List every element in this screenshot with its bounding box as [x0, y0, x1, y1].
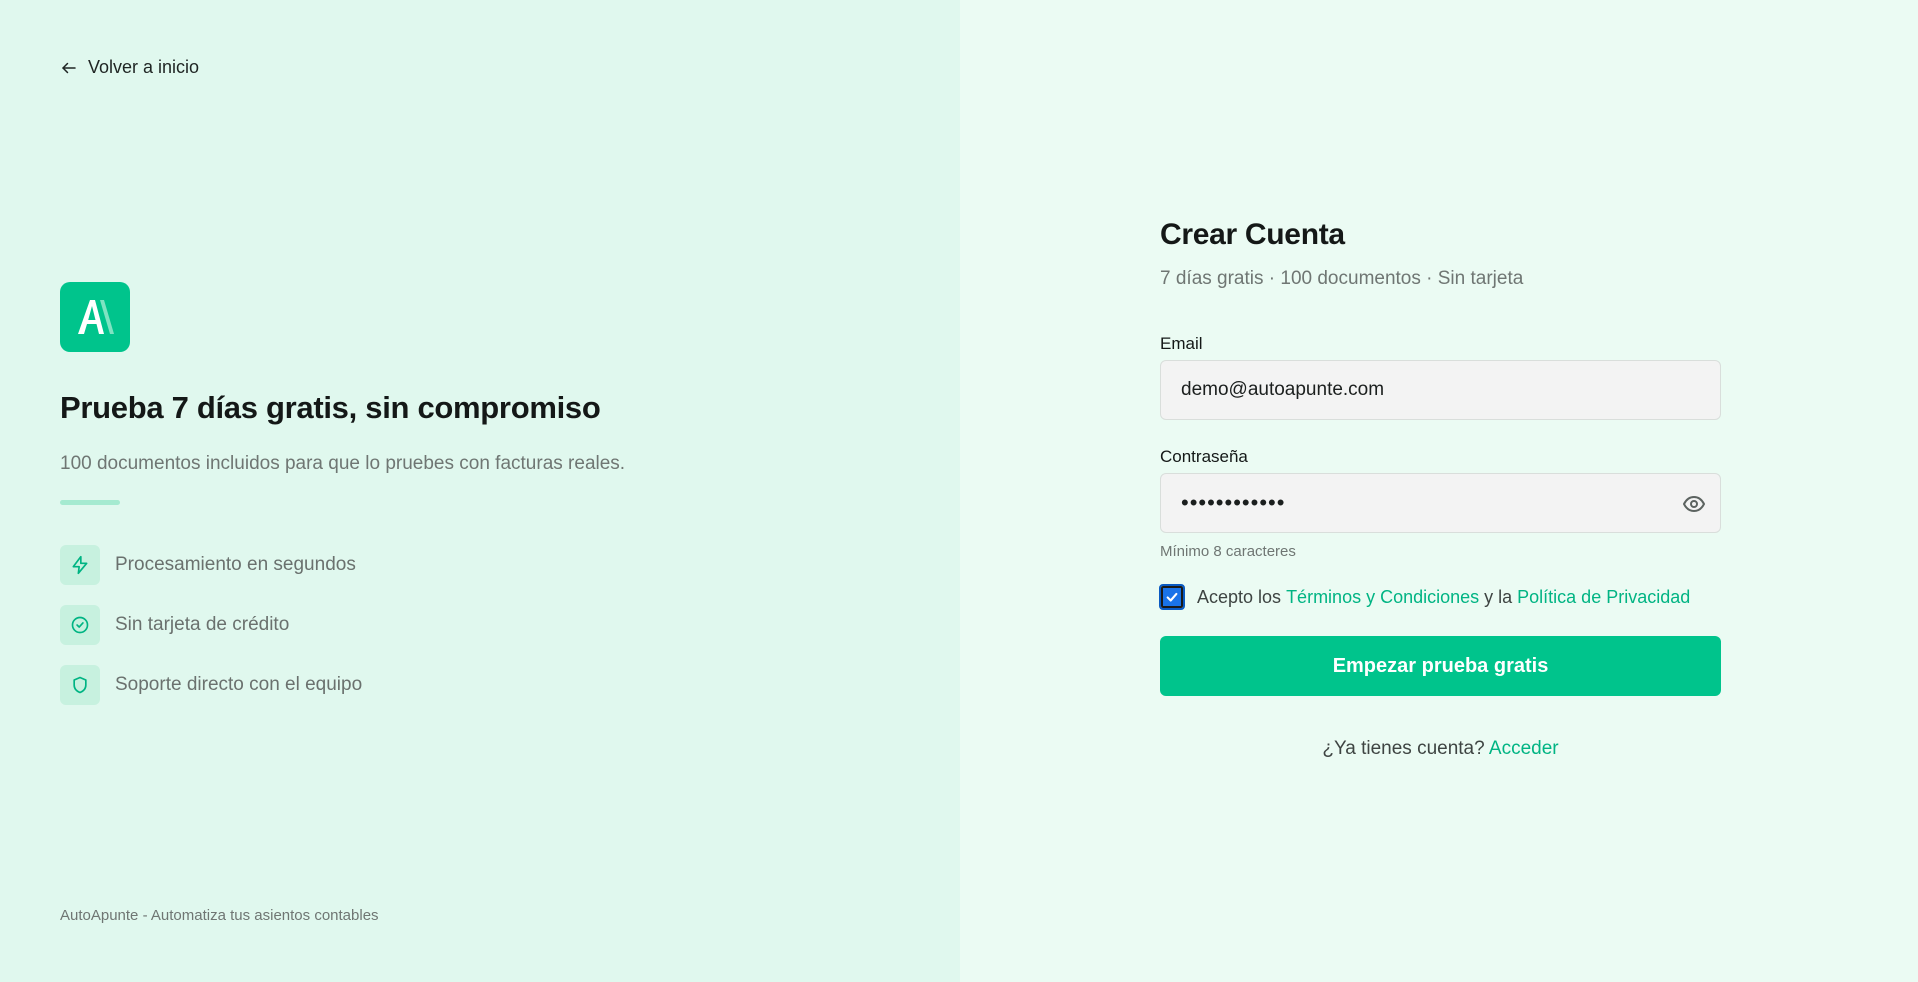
footer-tagline: AutoApunte - Automatiza tus asientos con… — [60, 907, 379, 924]
logo-mark-icon — [78, 300, 114, 334]
login-prompt: ¿Ya tienes cuenta? — [1322, 738, 1485, 759]
checkmark-icon — [1166, 592, 1178, 602]
eye-icon[interactable] — [1682, 492, 1706, 516]
form-subtitle: 7 días gratis · 100 documentos · Sin tar… — [1160, 268, 1524, 289]
terms-prefix: Acepto los — [1197, 586, 1287, 607]
signup-panel: Crear Cuenta 7 días gratis · 100 documen… — [960, 0, 1918, 982]
feature-list: Procesamiento en segundos Sin tarjeta de… — [60, 545, 362, 725]
shield-icon — [60, 665, 100, 705]
signup-form: Crear Cuenta 7 días gratis · 100 documen… — [1159, 218, 1721, 760]
login-row: ¿Ya tienes cuenta? Acceder — [1160, 738, 1721, 760]
feature-label: Soporte directo con el equipo — [115, 674, 363, 695]
promo-title: Prueba 7 días gratis, sin compromiso — [60, 390, 601, 425]
accent-divider — [60, 500, 120, 505]
check-circle-icon — [60, 605, 100, 645]
form-title: Crear Cuenta — [1160, 218, 1345, 251]
feature-label: Procesamiento en segundos — [115, 554, 356, 575]
terms-middle: y la — [1479, 586, 1518, 607]
promo-subtitle: 100 documentos incluidos para que lo pru… — [60, 453, 626, 474]
terms-link[interactable]: Términos y Condiciones — [1286, 587, 1479, 608]
arrow-left-icon — [62, 62, 76, 73]
password-label: Contraseña — [1160, 447, 1248, 466]
feature-item: Procesamiento en segundos — [60, 545, 362, 585]
terms-row: Acepto los Términos y Condiciones y la P… — [1159, 584, 1721, 610]
signup-page: Volver a inicio Prueba 7 días gratis, si… — [0, 0, 1918, 982]
login-link[interactable]: Acceder — [1489, 738, 1559, 759]
autoapunte-logo — [60, 282, 130, 352]
privacy-link[interactable]: Política de Privacidad — [1517, 587, 1690, 608]
promo-panel: Volver a inicio Prueba 7 días gratis, si… — [0, 0, 960, 982]
password-hint: Mínimo 8 caracteres — [1160, 543, 1296, 560]
email-field-box — [1160, 360, 1721, 420]
email-label: Email — [1160, 334, 1203, 353]
back-to-home-link[interactable]: Volver a inicio — [60, 57, 199, 78]
back-link-label: Volver a inicio — [88, 57, 200, 77]
password-field[interactable] — [1161, 474, 1720, 532]
terms-checkbox[interactable] — [1159, 584, 1185, 610]
lightning-icon — [60, 545, 100, 585]
start-trial-button[interactable]: Empezar prueba gratis — [1160, 636, 1721, 696]
feature-item: Soporte directo con el equipo — [60, 665, 362, 705]
email-field[interactable] — [1161, 361, 1720, 419]
feature-item: Sin tarjeta de crédito — [60, 605, 362, 645]
password-field-box — [1160, 473, 1721, 533]
feature-label: Sin tarjeta de crédito — [115, 614, 290, 635]
